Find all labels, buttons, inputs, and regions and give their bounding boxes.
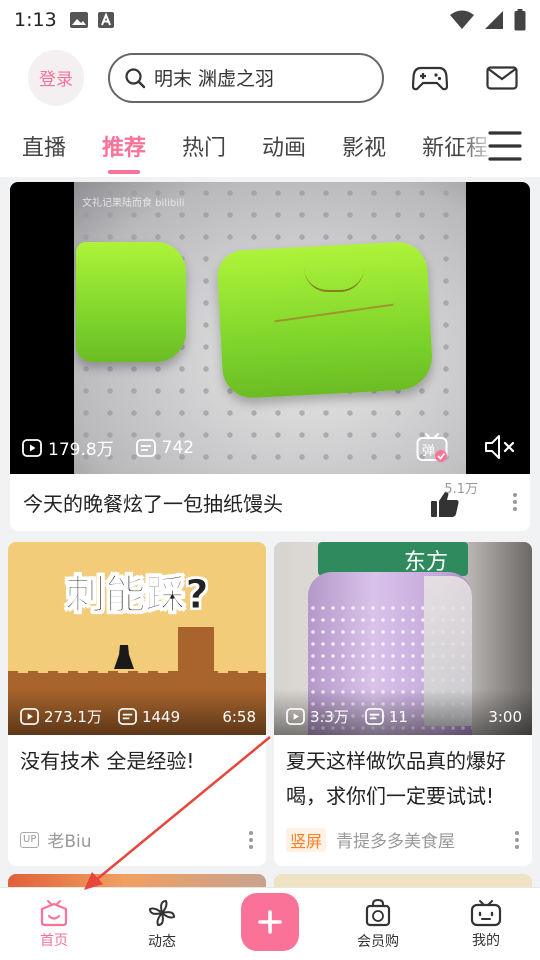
pinwheel-icon xyxy=(149,899,175,926)
tab-anime[interactable]: 动画 xyxy=(262,126,306,166)
danmaku-label: 弹 xyxy=(422,444,436,459)
nav-home-label: 首页 xyxy=(40,932,68,949)
nav-publish[interactable] xyxy=(225,893,315,951)
featured-video-card[interactable]: 文礼记果陆而食 bilibili 179.8万 742 弹 今天的晚餐炫了一包抽… xyxy=(10,182,530,531)
play-count-icon xyxy=(286,708,305,725)
status-bar: 1:13 xyxy=(0,0,540,40)
danmaku-toggle-button[interactable]: 弹 xyxy=(416,432,448,462)
status-time: 1:13 xyxy=(14,9,57,31)
mail-icon[interactable] xyxy=(486,65,518,90)
nav-dynamic[interactable]: 动态 xyxy=(117,898,207,951)
bottom-navigation: 首页 动态 会员购 我的 xyxy=(0,887,540,960)
video-card-1[interactable]: 刺能踩? 273.1万 1449 6:58 没有技术 全是经验! UP 老Biu xyxy=(8,542,266,866)
tab-menu-icon[interactable] xyxy=(488,130,522,162)
danmaku-count-icon xyxy=(118,708,137,725)
video-card-1-more-icon[interactable] xyxy=(248,830,254,850)
wifi-icon xyxy=(450,10,474,29)
nav-vip-shop[interactable]: 会员购 xyxy=(333,898,423,951)
video-card-2-danmaku: 11 xyxy=(388,707,408,726)
mute-icon[interactable] xyxy=(484,433,516,461)
tab-recommend[interactable]: 推荐 xyxy=(102,126,146,174)
like-count: 5.1万 xyxy=(444,482,478,497)
video-card-1-views: 273.1万 xyxy=(44,708,102,726)
shopping-bag-icon xyxy=(365,898,391,926)
play-count-icon xyxy=(20,708,39,725)
video-card-1-thumb-text: 刺能踩? xyxy=(65,572,209,619)
danmaku-count-icon xyxy=(365,708,384,725)
tab-hot[interactable]: 热门 xyxy=(182,126,226,166)
home-tv-icon xyxy=(40,899,68,926)
featured-title[interactable]: 今天的晚餐炫了一包抽纸馒头 xyxy=(23,488,283,517)
login-button[interactable]: 登录 xyxy=(28,49,84,106)
video-card-2-views: 3.3万 xyxy=(310,708,349,726)
video-card-1-thumbnail[interactable]: 刺能踩? 273.1万 1449 6:58 xyxy=(8,542,266,735)
like-button[interactable]: 5.1万 xyxy=(430,474,478,531)
category-tabs: 直播 推荐 热门 动画 影视 新征程 xyxy=(0,115,540,177)
battery-icon xyxy=(514,9,526,31)
game-controller-icon[interactable] xyxy=(412,64,448,92)
video-watermark: 文礼记果陆而食 bilibili xyxy=(82,198,185,209)
video-card-2-author[interactable]: 青提多多美食屋 xyxy=(336,827,455,852)
search-icon xyxy=(125,67,146,88)
video-card-2-title[interactable]: 夏天这样做饮品真的爆好喝，求你们一定要试试! xyxy=(286,744,520,814)
publish-plus-button[interactable] xyxy=(241,893,299,951)
app-screen: 1:13 登录 明末 渊虚之羽 直播 推荐 热门 动画 影视 新征程 文礼记果陆… xyxy=(0,0,540,960)
video-card-2[interactable]: 东方 3.3万 11 3:00 夏天这样做饮品真的爆好喝，求你们一定要试试! 竖… xyxy=(274,542,532,866)
up-badge: UP xyxy=(20,831,40,848)
video-player[interactable]: 文礼记果陆而食 bilibili 179.8万 742 弹 xyxy=(10,182,530,474)
nav-mine-label: 我的 xyxy=(472,932,500,949)
search-placeholder: 明末 渊虚之羽 xyxy=(154,68,275,90)
search-box[interactable]: 明末 渊虚之羽 xyxy=(108,52,384,103)
nav-vip-shop-label: 会员购 xyxy=(357,933,399,950)
nav-dynamic-label: 动态 xyxy=(148,933,176,950)
app-notification-icon xyxy=(97,12,114,28)
play-count-icon xyxy=(22,438,42,457)
nav-home[interactable]: 首页 xyxy=(9,899,99,950)
danmaku-count-icon xyxy=(135,438,156,457)
signal-icon xyxy=(485,11,503,29)
video-frame xyxy=(74,182,466,474)
featured-danmaku: 742 xyxy=(161,437,195,458)
video-card-1-duration: 6:58 xyxy=(222,707,256,726)
featured-footer: 今天的晚餐炫了一包抽纸馒头 5.1万 xyxy=(10,474,530,531)
tabs-menu-area xyxy=(460,115,540,177)
nav-mine[interactable]: 我的 xyxy=(441,899,531,950)
vertical-screen-badge: 竖屏 xyxy=(286,827,327,852)
video-card-2-thumbnail[interactable]: 东方 3.3万 11 3:00 xyxy=(274,542,532,735)
top-header: 登录 明末 渊虚之羽 xyxy=(0,40,540,115)
featured-views: 179.8万 xyxy=(48,440,114,460)
video-card-1-danmaku: 1449 xyxy=(141,707,181,726)
video-card-1-author[interactable]: 老Biu xyxy=(47,827,91,852)
tab-film[interactable]: 影视 xyxy=(342,126,386,166)
video-card-2-more-icon[interactable] xyxy=(514,830,520,850)
tv-face-icon xyxy=(470,899,502,926)
tab-live[interactable]: 直播 xyxy=(22,126,66,166)
featured-more-icon[interactable] xyxy=(512,492,518,512)
video-card-1-title[interactable]: 没有技术 全是经验! xyxy=(20,744,254,779)
plus-icon xyxy=(258,910,282,934)
video-card-2-duration: 3:00 xyxy=(488,707,522,726)
video-card-1-footer: UP 老Biu xyxy=(20,827,254,852)
video-card-2-footer: 竖屏 青提多多美食屋 xyxy=(286,827,520,852)
gallery-notification-icon xyxy=(69,12,88,28)
